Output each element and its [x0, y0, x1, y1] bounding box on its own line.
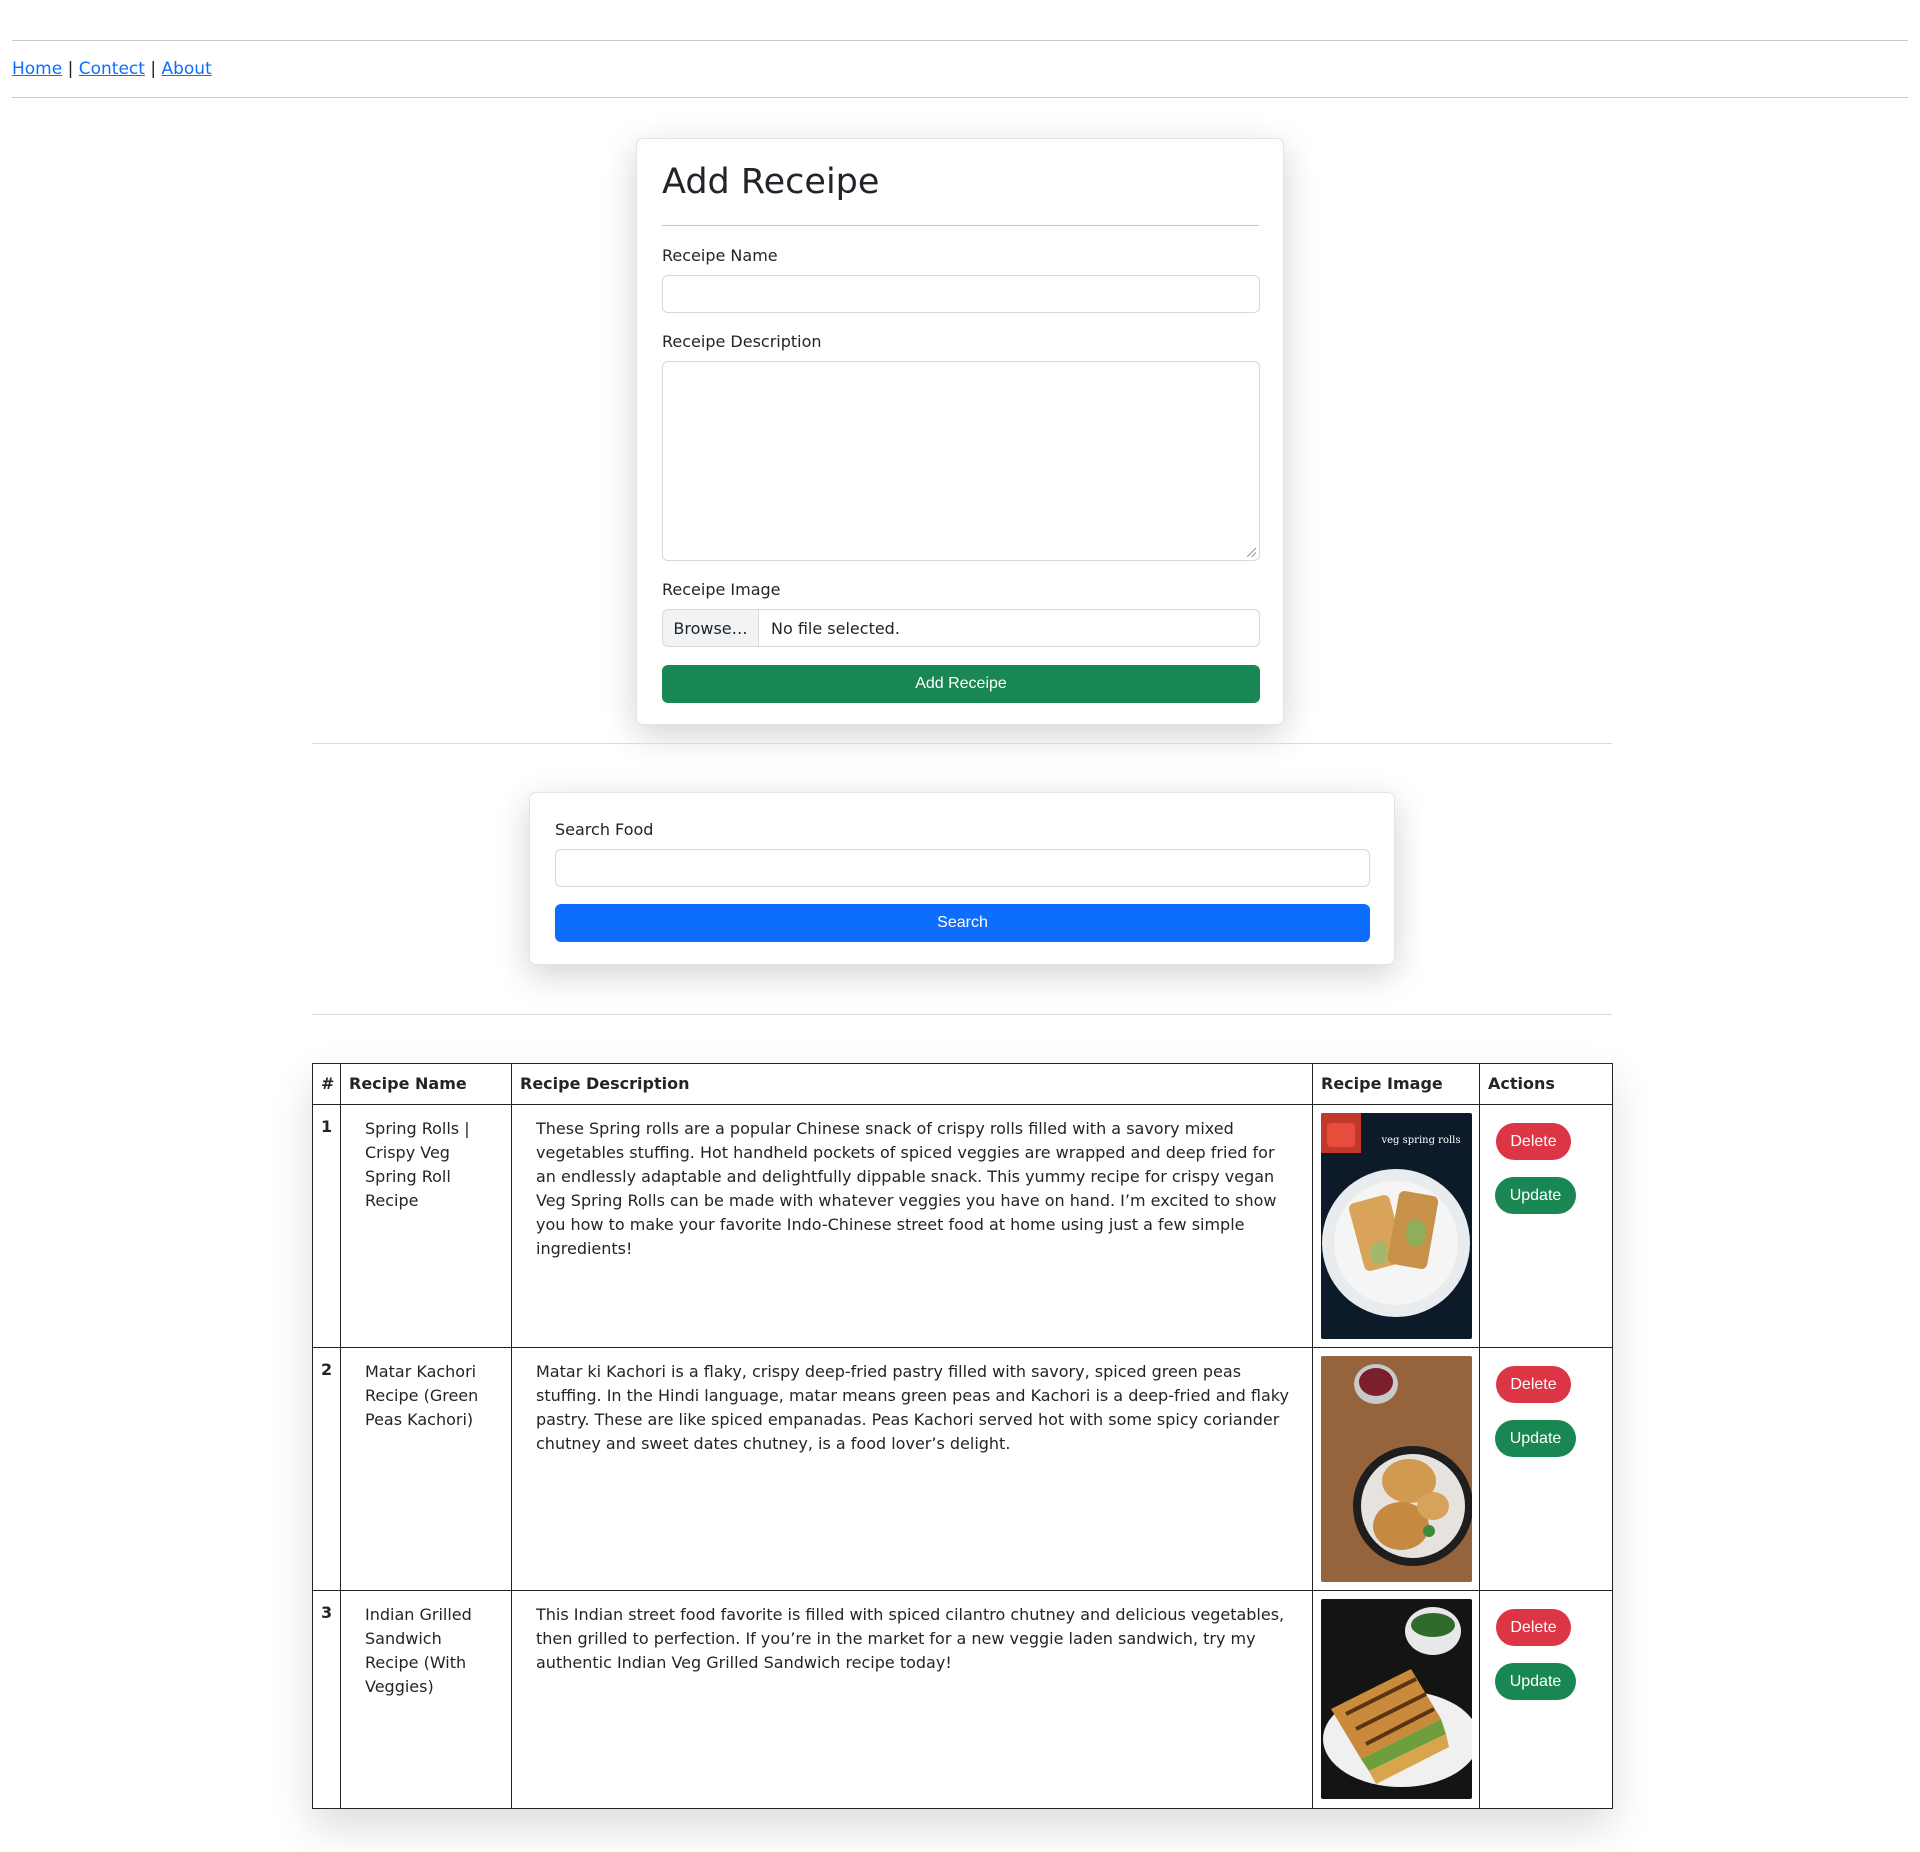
recipe-name-label: Receipe Name: [662, 246, 778, 265]
recipe-name: Spring Rolls | Crispy Veg Spring Roll Re…: [365, 1119, 470, 1210]
actions-cell: Delete Update: [1479, 1104, 1613, 1348]
file-status: No file selected.: [771, 618, 900, 638]
image-caption: veg spring rolls: [1380, 1135, 1460, 1146]
recipe-description: This Indian street food favorite is fill…: [536, 1605, 1285, 1672]
recipe-image-cell: [1312, 1347, 1480, 1591]
recipe-description-cell: Matar ki Kachori is a flaky, crispy deep…: [511, 1347, 1313, 1591]
header-recipe-description: Recipe Description: [511, 1063, 1313, 1105]
add-recipe-card: Add Receipe Receipe Name Receipe Descrip…: [636, 138, 1284, 725]
browse-button[interactable]: Browse…: [663, 610, 759, 646]
header-recipe-name: Recipe Name: [340, 1063, 512, 1105]
recipe-name: Matar Kachori Recipe (Green Peas Kachori…: [365, 1362, 479, 1429]
recipe-image-label: Receipe Image: [662, 580, 781, 599]
delete-button[interactable]: Delete: [1496, 1123, 1571, 1160]
recipe-image-cell: [1312, 1590, 1480, 1809]
add-recipe-title: Add Receipe: [662, 162, 880, 202]
search-card: Search Food Search: [529, 792, 1395, 965]
resize-handle-icon[interactable]: [1247, 548, 1256, 557]
header-recipe-image: Recipe Image: [1312, 1063, 1480, 1105]
delete-button[interactable]: Delete: [1496, 1366, 1571, 1403]
actions-cell: Delete Update: [1479, 1590, 1613, 1809]
top-nav: Home | Contect | About: [12, 58, 212, 80]
top-divider: [12, 40, 1908, 41]
recipe-name-cell: Matar Kachori Recipe (Green Peas Kachori…: [340, 1347, 512, 1591]
recipe-image-cell: veg spring rolls: [1312, 1104, 1480, 1348]
table-row: 3 Indian Grilled Sandwich Recipe (With V…: [312, 1590, 1613, 1809]
table-row: 1 Spring Rolls | Crispy Veg Spring Roll …: [312, 1104, 1613, 1348]
add-recipe-button[interactable]: Add Receipe: [662, 665, 1260, 703]
recipe-image-file-input[interactable]: Browse… No file selected.: [662, 609, 1260, 647]
nav-link-about[interactable]: About: [161, 59, 211, 79]
nav-separator: |: [62, 59, 79, 79]
search-food-label: Search Food: [555, 820, 654, 839]
header-actions: Actions: [1479, 1063, 1613, 1105]
section-divider: [312, 1014, 1612, 1015]
header-number: #: [312, 1063, 341, 1105]
matar-kachori-image: [1321, 1356, 1472, 1582]
nav-link-contact[interactable]: Contect: [79, 59, 145, 79]
recipes-table-container: # Recipe Name Recipe Description Recipe …: [312, 1063, 1613, 1809]
title-divider: [662, 225, 1259, 226]
delete-button[interactable]: Delete: [1496, 1609, 1571, 1646]
recipe-description-cell: These Spring rolls are a popular Chinese…: [511, 1104, 1313, 1348]
actions-cell: Delete Update: [1479, 1347, 1613, 1591]
section-divider: [312, 743, 1612, 744]
recipe-description-cell: This Indian street food favorite is fill…: [511, 1590, 1313, 1809]
recipe-name-cell: Indian Grilled Sandwich Recipe (With Veg…: [340, 1590, 512, 1809]
recipe-name: Indian Grilled Sandwich Recipe (With Veg…: [365, 1605, 472, 1696]
search-button[interactable]: Search: [555, 904, 1370, 942]
nav-divider: [12, 97, 1908, 98]
table-row: 2 Matar Kachori Recipe (Green Peas Kacho…: [312, 1347, 1613, 1591]
search-input[interactable]: [555, 849, 1370, 887]
recipe-name-cell: Spring Rolls | Crispy Veg Spring Roll Re…: [340, 1104, 512, 1348]
spring-rolls-image: veg spring rolls: [1321, 1113, 1472, 1339]
row-number: 1: [312, 1104, 341, 1348]
update-button[interactable]: Update: [1495, 1663, 1576, 1700]
update-button[interactable]: Update: [1495, 1420, 1576, 1457]
recipe-description: These Spring rolls are a popular Chinese…: [536, 1119, 1277, 1258]
recipe-description: Matar ki Kachori is a flaky, crispy deep…: [536, 1362, 1289, 1453]
row-number: 2: [312, 1347, 341, 1591]
row-number: 3: [312, 1590, 341, 1809]
recipe-name-input[interactable]: [662, 275, 1260, 313]
recipes-table: # Recipe Name Recipe Description Recipe …: [312, 1063, 1613, 1809]
grilled-sandwich-image: [1321, 1599, 1472, 1799]
nav-link-home[interactable]: Home: [12, 59, 62, 79]
nav-separator: |: [144, 59, 162, 79]
recipe-description-label: Receipe Description: [662, 332, 822, 351]
table-header-row: # Recipe Name Recipe Description Recipe …: [312, 1063, 1613, 1105]
recipe-description-textarea[interactable]: [662, 361, 1260, 561]
update-button[interactable]: Update: [1495, 1177, 1576, 1214]
